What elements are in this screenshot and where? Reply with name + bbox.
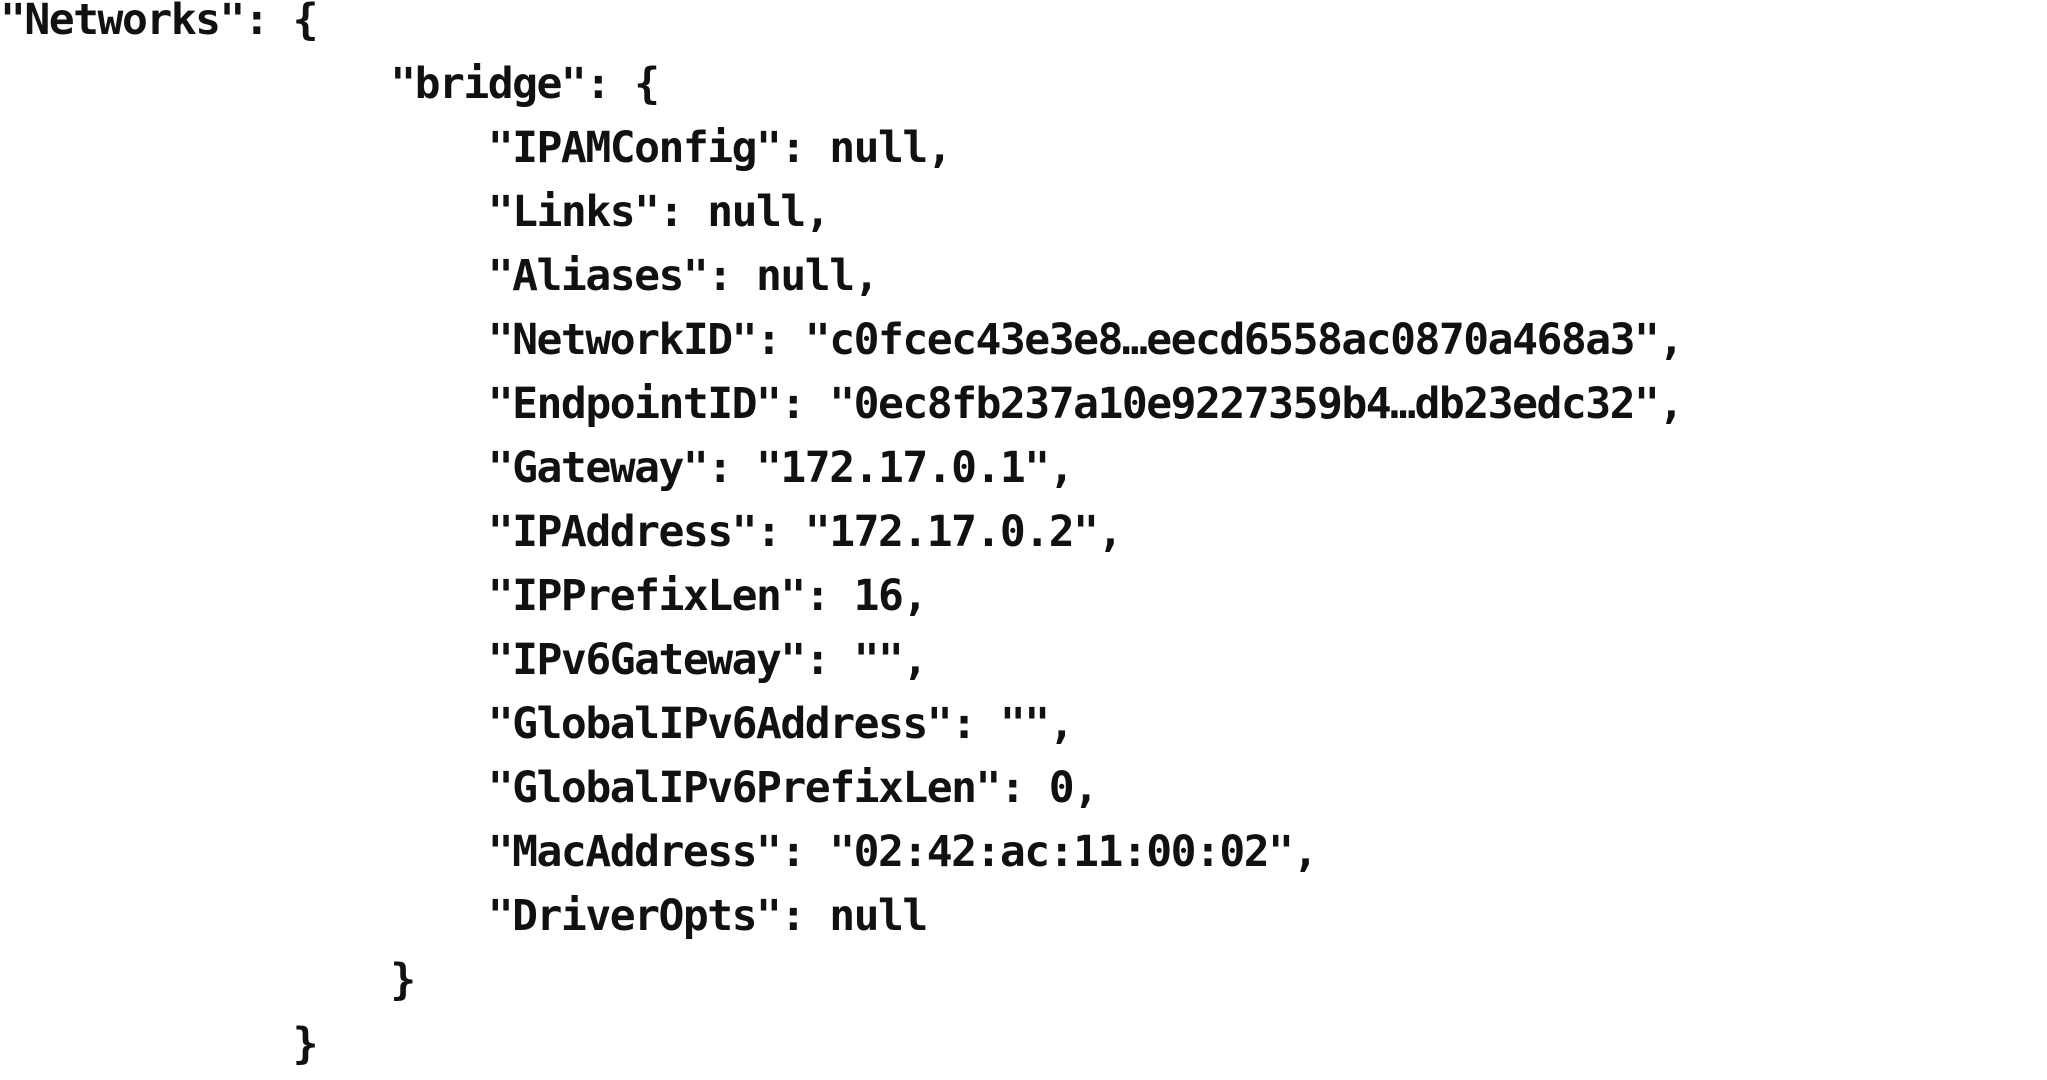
code-line-globalipv6prefixlen: "GlobalIPv6PrefixLen": 0, [0,763,1099,813]
code-line-macaddress: "MacAddress": "02:42:ac:11:00:02", [0,827,1319,877]
code-line-ipamconfig: "IPAMConfig": null, [0,123,953,173]
code-line-links: "Links": null, [0,187,831,237]
code-line-networks-close: } [0,1019,319,1069]
code-line-ipv6gateway: "IPv6Gateway": "", [0,635,929,685]
code-line-ipaddress: "IPAddress": "172.17.0.2", [0,507,1124,557]
code-line-networkid: "NetworkID": "c0fcec43e3e8…eecd6558ac087… [0,315,1685,365]
json-code-view: "Networks": { "bridge": { "IPAMConfig": … [0,0,2047,1080]
code-line-ipprefixlen: "IPPrefixLen": 16, [0,571,929,621]
code-line-gateway: "Gateway": "172.17.0.1", [0,443,1075,493]
code-line-bridge-close: } [0,955,416,1005]
code-line-bridge-open: "bridge": { [0,59,660,109]
code-line-driveropts: "DriverOpts": null [0,891,929,941]
code-line-networks-open: "Networks": { [0,0,319,45]
code-line-globalipv6address: "GlobalIPv6Address": "", [0,699,1075,749]
code-line-aliases: "Aliases": null, [0,251,880,301]
code-line-endpointid: "EndpointID": "0ec8fb237a10e9227359b4…db… [0,379,1685,429]
